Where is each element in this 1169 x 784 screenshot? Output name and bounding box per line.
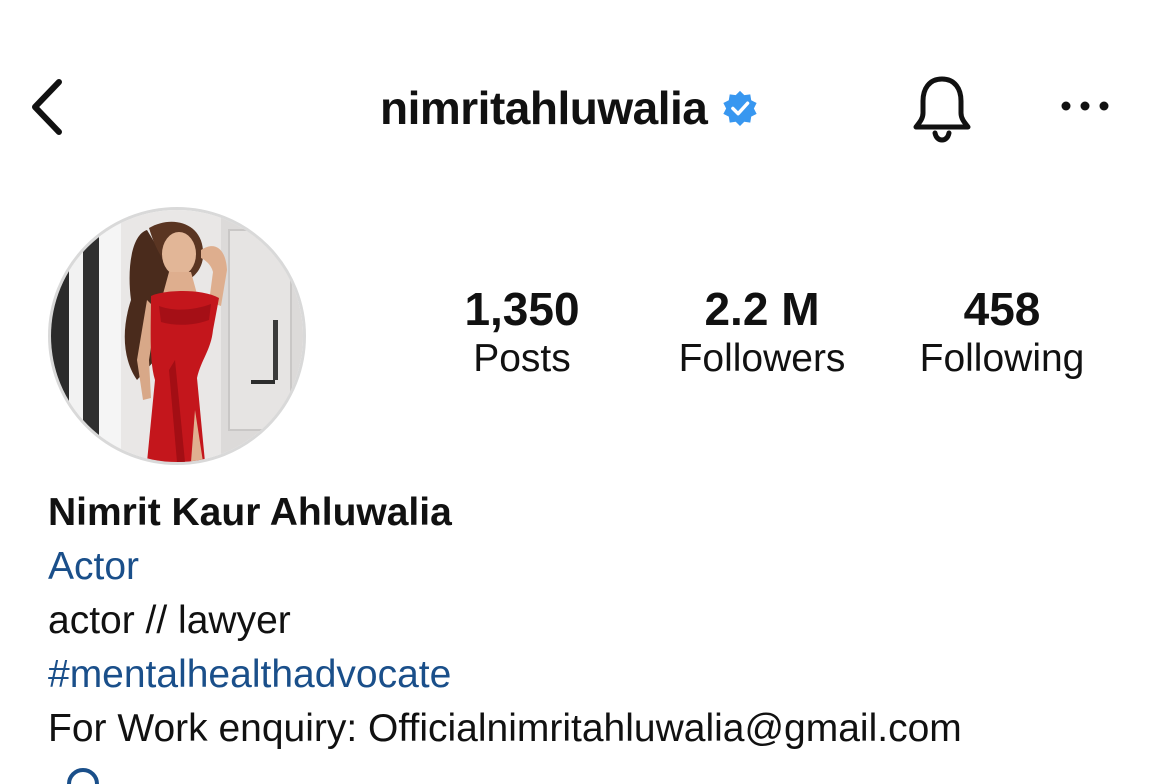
hashtag-link[interactable]: #mentalhealthadvocate [48,648,1148,702]
display-name: Nimrit Kaur Ahluwalia [48,491,452,534]
category-label: Actor [48,545,140,588]
following-stat[interactable]: 458 Following [902,282,1102,382]
following-label: Following [919,337,1085,380]
link-icon[interactable] [60,764,106,784]
profile-bio: Nimrit Kaur Ahluwalia Actor actor // law… [48,486,1148,756]
avatar-photo [51,210,303,462]
profile-avatar[interactable] [48,207,306,465]
following-count: 458 [963,283,1041,335]
more-options-button[interactable] [1054,82,1116,130]
username: nimritahluwalia [380,82,708,134]
chevron-left-icon [32,79,62,135]
posts-count: 1,350 [464,283,580,335]
bio-description: actor // lawyer [48,599,291,642]
posts-stat[interactable]: 1,350 Posts [442,282,602,382]
followers-stat[interactable]: 2.2 M Followers [662,282,862,382]
verified-badge-icon [721,89,759,127]
followers-count: 2.2 M [704,283,820,335]
notifications-button[interactable] [904,70,980,146]
ellipsis-icon [1061,101,1109,111]
contact-info: For Work enquiry: Officialnimritahluwali… [48,707,962,750]
followers-label: Followers [678,337,846,380]
posts-label: Posts [473,337,571,380]
bell-icon [913,76,971,143]
profile-header-title: nimritahluwalia [380,78,759,138]
back-button[interactable] [22,72,72,142]
